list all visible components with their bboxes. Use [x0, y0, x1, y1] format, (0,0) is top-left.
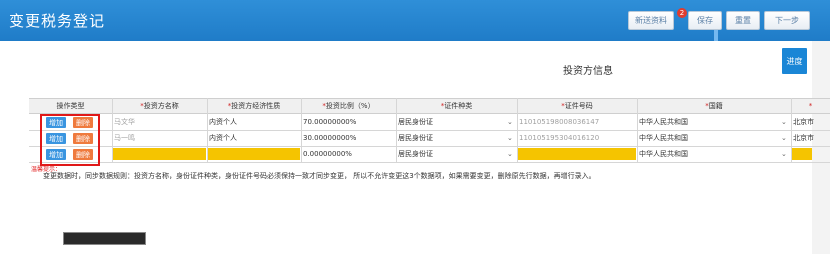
page-title: 变更税务登记: [9, 12, 106, 30]
economic-nature-field[interactable]: [208, 148, 300, 160]
pointer-marker-icon: [714, 30, 718, 41]
sync-rule-note: 变更数据时，同步数据规则：投资方名称，身份证件种类，身份证件号码必须保持一致才同…: [43, 172, 596, 180]
header-id-number: * 证件号码: [561, 102, 593, 110]
header-id-type: * 证件种类: [440, 102, 473, 110]
id-type-select[interactable]: 居民身份证: [396, 116, 517, 128]
new-material-button[interactable]: 新送资料: [628, 11, 674, 30]
nationality-select[interactable]: 中华人民共和国: [637, 148, 791, 160]
ratio-field[interactable]: 0.00000000%: [301, 148, 396, 160]
redacted-bar: [63, 232, 146, 245]
header-investor-name: * 投资方名称: [140, 102, 179, 110]
economic-nature-field[interactable]: 内资个人: [207, 116, 301, 128]
address-field[interactable]: [792, 148, 812, 160]
id-type-select[interactable]: 居民身份证: [396, 132, 517, 144]
chevron-down-icon: ⌄: [507, 134, 513, 142]
header-economic-nature: * 投资方经济性质: [227, 102, 281, 110]
highlight-box: [40, 114, 100, 166]
nationality-select[interactable]: 中华人民共和国: [637, 116, 791, 128]
id-number-field[interactable]: [518, 148, 636, 160]
chevron-down-icon: ⌄: [507, 150, 513, 158]
section-title: 投资方信息: [563, 66, 613, 77]
chevron-down-icon: ⌄: [781, 134, 787, 142]
investor-name-field[interactable]: 马文华: [112, 116, 207, 128]
id-type-select[interactable]: 居民身份证: [396, 148, 517, 160]
investor-name-field[interactable]: 马一鸣: [112, 132, 207, 144]
chevron-down-icon: ⌄: [781, 118, 787, 126]
header-ratio: * 投资比例（%）: [322, 102, 375, 110]
ratio-field[interactable]: 30.00000000%: [301, 132, 396, 144]
id-number-field[interactable]: 110105195304016120: [517, 132, 637, 144]
investor-name-field[interactable]: [113, 148, 206, 160]
address-field[interactable]: 北京市: [791, 116, 830, 128]
next-step-button[interactable]: 下一步: [764, 11, 810, 30]
header-nationality: * 国籍: [705, 102, 723, 110]
progress-button[interactable]: 进度: [782, 48, 807, 74]
notification-badge: 2: [677, 8, 687, 18]
address-field[interactable]: 北京市: [791, 132, 830, 144]
header-op-type: 操作类型: [56, 102, 85, 110]
save-button[interactable]: 保存: [688, 11, 722, 30]
reset-button[interactable]: 重置: [726, 11, 760, 30]
nationality-select[interactable]: 中华人民共和国: [637, 132, 791, 144]
header-address: *: [808, 102, 813, 110]
economic-nature-field[interactable]: 内资个人: [207, 132, 301, 144]
chevron-down-icon: ⌄: [781, 150, 787, 158]
chevron-down-icon: ⌄: [507, 118, 513, 126]
id-number-field[interactable]: 110105198008036147: [517, 116, 637, 128]
ratio-field[interactable]: 70.00000000%: [301, 116, 396, 128]
